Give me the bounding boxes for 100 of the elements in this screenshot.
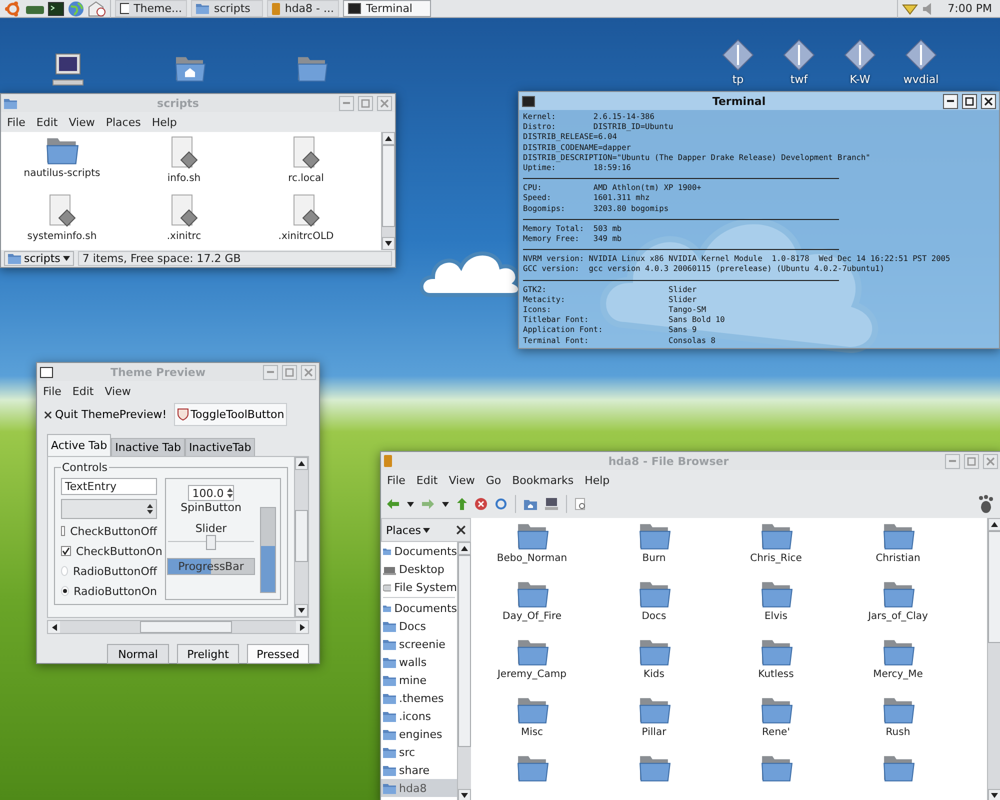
menu-item[interactable]: View <box>104 384 131 398</box>
push-button[interactable]: Pressed <box>247 644 309 664</box>
terminal-icon[interactable] <box>48 2 64 16</box>
desktop-icon-label[interactable]: wvdial <box>903 73 939 86</box>
sidebar-item[interactable]: File System <box>381 578 457 596</box>
scroll-thumb[interactable] <box>988 531 1000 643</box>
minimize-button[interactable] <box>943 94 958 108</box>
folder-name[interactable]: Rush <box>886 727 910 738</box>
text-entry[interactable]: TextEntry <box>61 478 157 495</box>
taskbar-button[interactable]: Terminal <box>343 0 431 17</box>
sidebar-item[interactable]: mine <box>381 671 457 689</box>
clock[interactable]: 7:00 PM <box>948 2 992 15</box>
file-name[interactable]: nautilus-scripts <box>24 168 100 179</box>
sidebar-item[interactable]: Documents <box>381 542 457 560</box>
file-name[interactable]: info.sh <box>167 173 201 184</box>
search-icon[interactable] <box>575 498 587 510</box>
folder-name[interactable]: Misc <box>520 727 544 738</box>
folder-name[interactable]: Elvis <box>764 611 788 622</box>
folder-name[interactable]: Jeremy_Camp <box>497 669 566 680</box>
scrollbar-track[interactable] <box>457 542 471 800</box>
scroll-down-button[interactable] <box>988 789 1000 800</box>
circle-dots-icon[interactable] <box>4 0 22 16</box>
sidebar-item[interactable]: engines <box>381 725 457 743</box>
checkbox[interactable] <box>61 546 71 556</box>
radio-button[interactable] <box>61 586 69 596</box>
scroll-up-button[interactable] <box>382 132 395 145</box>
taskbar-button[interactable]: Theme... <box>115 0 187 17</box>
folder-name[interactable]: Docs <box>642 611 666 622</box>
up-arrow-icon[interactable] <box>457 498 467 510</box>
desktop-icon-label[interactable]: twf <box>790 73 808 86</box>
sidebar-item[interactable]: share <box>381 761 457 779</box>
scroll-thumb[interactable] <box>382 145 395 227</box>
computer-icon[interactable] <box>545 498 558 510</box>
taskbar-button[interactable]: hda8 - ... <box>267 0 339 17</box>
file-name[interactable]: .xinitrc <box>166 231 202 242</box>
slider-thumb[interactable] <box>206 535 216 550</box>
sidebar-item[interactable]: Documents <box>381 599 457 617</box>
sidebar-item[interactable]: Docs <box>381 617 457 635</box>
radio-button[interactable] <box>61 566 68 576</box>
scroll-right-button[interactable] <box>296 621 308 633</box>
menu-item[interactable]: View <box>448 474 475 486</box>
scroll-thumb[interactable] <box>295 510 308 562</box>
menu-item[interactable]: Go <box>486 474 502 486</box>
forward-arrow-icon[interactable] <box>422 499 434 509</box>
menu-item[interactable]: File <box>43 384 62 398</box>
menu-item[interactable]: File <box>7 116 26 128</box>
sidebar-item[interactable]: Desktop <box>381 560 457 578</box>
combo-box[interactable] <box>61 499 157 519</box>
sidebar-item[interactable]: walls <box>381 653 457 671</box>
stop-icon[interactable] <box>475 498 487 510</box>
folder-name[interactable]: Burn <box>642 553 666 564</box>
checkbox[interactable] <box>61 526 66 536</box>
scroll-left-button[interactable] <box>48 621 60 633</box>
scroll-down-button[interactable] <box>382 237 395 250</box>
toggle-tool-button[interactable]: ToggleToolButton <box>174 403 288 426</box>
tab[interactable]: Inactive Tab <box>111 438 185 456</box>
scrollbar-track[interactable] <box>987 518 1000 800</box>
tab[interactable]: InactiveTab <box>184 438 256 456</box>
back-arrow-icon[interactable] <box>387 499 399 509</box>
folder-name[interactable]: Christian <box>876 553 920 564</box>
folder-name[interactable]: Mercy_Me <box>873 669 923 680</box>
desktop-icon-label[interactable]: tp <box>732 73 744 86</box>
file-name[interactable]: rc.local <box>288 173 324 184</box>
maximize-button[interactable] <box>962 94 977 108</box>
menu-item[interactable]: Bookmarks <box>512 474 574 486</box>
scroll-thumb[interactable] <box>458 555 471 747</box>
menu-item[interactable]: Edit <box>72 384 94 398</box>
scroll-down-button[interactable] <box>458 789 471 800</box>
sidebar-item[interactable]: .icons <box>381 707 457 725</box>
folder-name[interactable]: Chris_Rice <box>750 553 802 564</box>
folder-name[interactable]: Day_Of_Fire <box>502 611 562 622</box>
folder-name[interactable]: Bebo_Norman <box>496 553 568 564</box>
sidebar-item[interactable]: .themes <box>381 689 457 707</box>
folder-name[interactable]: Kids <box>644 669 664 680</box>
menu-item[interactable]: File <box>387 474 406 486</box>
folder-name[interactable]: Jars_of_Clay <box>868 611 928 622</box>
menu-item[interactable]: Help <box>152 116 177 128</box>
reload-icon[interactable] <box>495 498 507 510</box>
menu-item[interactable]: Places <box>106 116 141 128</box>
home-folder-icon[interactable] <box>524 498 537 510</box>
push-button[interactable]: Prelight <box>177 644 239 664</box>
horizontal-scrollbar[interactable] <box>47 620 309 634</box>
scroll-down-button[interactable] <box>295 604 308 617</box>
menu-item[interactable]: Edit <box>416 474 438 486</box>
menu-item[interactable]: View <box>68 116 95 128</box>
scroll-thumb[interactable] <box>140 621 232 633</box>
file-name[interactable]: systeminfo.sh <box>27 231 97 242</box>
desktop-icon-label[interactable]: K-W <box>850 73 870 86</box>
sidebar-item[interactable]: hda8 <box>381 779 457 797</box>
spin-button[interactable]: 100.0 <box>188 485 234 501</box>
scroll-up-button[interactable] <box>295 457 308 470</box>
menu-item[interactable]: Help <box>584 474 610 486</box>
menu-item[interactable]: Edit <box>36 116 58 128</box>
folder-name[interactable]: Pillar <box>642 727 666 738</box>
close-button[interactable] <box>981 94 996 108</box>
file-name[interactable]: .xinitrcOLD <box>278 231 334 242</box>
push-button[interactable]: Normal <box>107 644 169 664</box>
folder-name[interactable]: Kutless <box>758 669 794 680</box>
quit-button[interactable]: Quit ThemePreview! <box>43 406 168 423</box>
folder-name[interactable]: Rene' <box>762 727 790 738</box>
